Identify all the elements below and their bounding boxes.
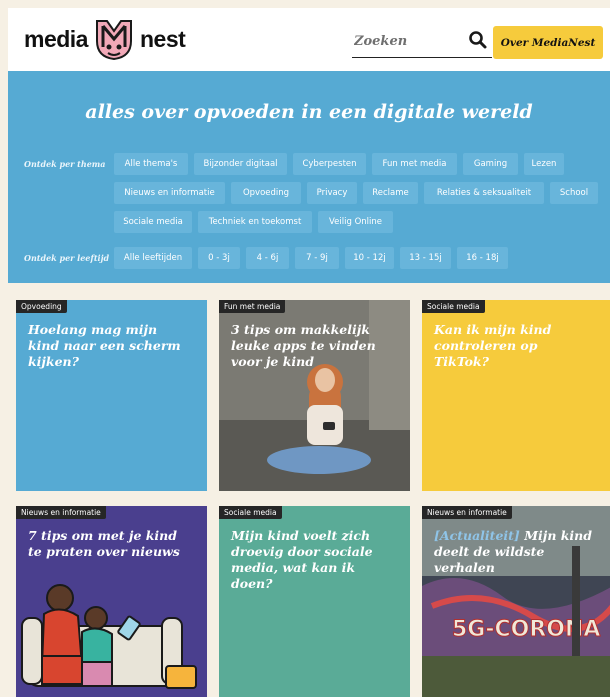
theme-chip[interactable]: Reclame <box>363 182 418 204</box>
theme-filter-label: Ontdek per thema <box>24 159 106 169</box>
article-card[interactable]: 5G-CORONA Nieuws en informatie [Actualit… <box>422 506 610 697</box>
theme-chip[interactable]: Veilig Online <box>318 211 393 233</box>
site-header: media nest Over MediaNest <box>8 8 610 71</box>
card-title-prefix: [Actualiteit] <box>434 528 520 543</box>
age-chip[interactable]: 4 - 6j <box>246 247 289 269</box>
theme-chip[interactable]: Bijzonder digitaal <box>194 153 287 175</box>
card-category-tag: Fun met media <box>219 300 286 313</box>
theme-chip[interactable]: Gaming <box>463 153 518 175</box>
age-filter-label: Ontdek per leeftijd <box>24 253 110 263</box>
card-title: Kan ik mijn kind controleren op TikTok? <box>434 322 552 369</box>
card-title: [Actualiteit] Mijn kind deelt de wildste… <box>434 528 594 576</box>
theme-chip[interactable]: Cyberpesten <box>293 153 366 175</box>
card-category-tag: Opvoeding <box>16 300 67 313</box>
age-chip[interactable]: 10 - 12j <box>345 247 394 269</box>
age-chip[interactable]: 13 - 15j <box>400 247 451 269</box>
article-card[interactable]: Nieuws en informatie 7 tips om met je ki… <box>16 506 207 697</box>
theme-chip[interactable]: Privacy <box>307 182 357 204</box>
age-chip[interactable]: 7 - 9j <box>295 247 339 269</box>
card-title: 7 tips om met je kind te praten over nie… <box>28 528 180 559</box>
card-category-tag: Nieuws en informatie <box>16 506 106 519</box>
article-card[interactable]: Sociale media Kan ik mijn kind controler… <box>422 300 610 491</box>
card-category-tag: Sociale media <box>422 300 485 313</box>
age-chip[interactable]: 0 - 3j <box>198 247 240 269</box>
logo-mark-icon <box>95 20 132 61</box>
card-category-tag: Nieuws en informatie <box>422 506 512 519</box>
theme-chip[interactable]: Nieuws en informatie <box>114 182 225 204</box>
theme-chip[interactable]: Techniek en toekomst <box>198 211 312 233</box>
article-card[interactable]: Opvoeding Hoelang mag mijn kind naar een… <box>16 300 207 491</box>
theme-chip[interactable]: School <box>550 182 598 204</box>
search-bar <box>352 26 492 58</box>
search-input[interactable] <box>352 26 456 56</box>
logo-text-nest: nest <box>139 25 186 52</box>
hero-title: alles over opvoeden in een digitale were… <box>85 101 533 123</box>
card-title: Hoelang mag mijn kind naar een scherm ki… <box>28 322 181 369</box>
article-card[interactable]: Sociale media Mijn kind voelt zich droev… <box>219 506 410 697</box>
theme-chip[interactable]: Alle thema's <box>114 153 188 175</box>
article-card[interactable]: Fun met media 3 tips om makkelijk leuke … <box>219 300 410 491</box>
age-chip[interactable]: Alle leeftijden <box>114 247 192 269</box>
card-title: 3 tips om makkelijk leuke apps te vinden… <box>231 322 376 369</box>
medianest-logo[interactable]: media nest <box>24 17 186 61</box>
age-chip[interactable]: 16 - 18j <box>457 247 508 269</box>
card-title: Mijn kind voelt zich droevig door social… <box>231 528 373 591</box>
theme-chip[interactable]: Lezen <box>524 153 564 175</box>
search-icon[interactable] <box>468 30 488 50</box>
hero-banner: alles over opvoeden in een digitale were… <box>8 71 610 283</box>
logo-text-media: media <box>24 25 88 52</box>
theme-chip[interactable]: Fun met media <box>372 153 457 175</box>
theme-chip[interactable]: Relaties & seksualiteit <box>424 182 544 204</box>
theme-chip[interactable]: Sociale media <box>114 211 192 233</box>
theme-chip[interactable]: Opvoeding <box>231 182 301 204</box>
card-category-tag: Sociale media <box>219 506 282 519</box>
about-medianest-button[interactable]: Over MediaNest <box>493 26 603 59</box>
